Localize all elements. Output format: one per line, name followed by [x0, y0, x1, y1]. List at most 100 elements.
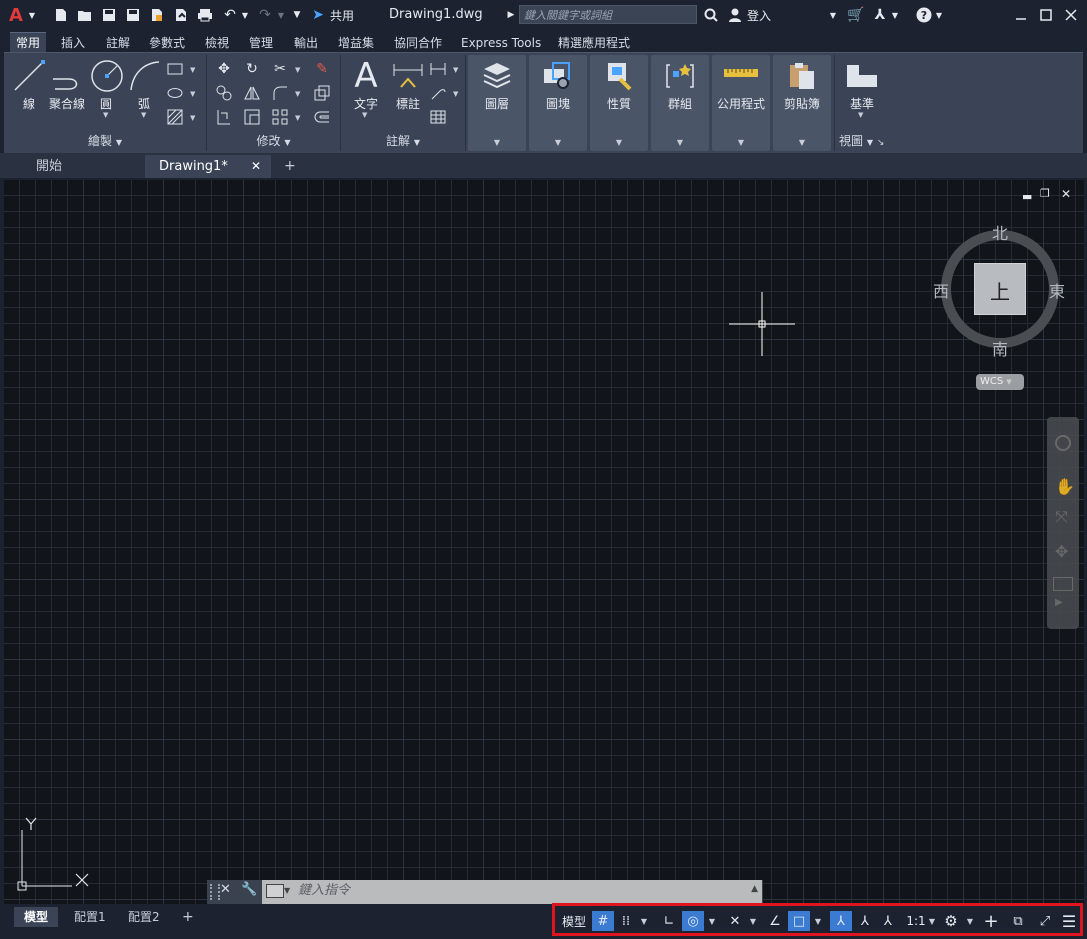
ortho-icon[interactable]: ∟: [658, 911, 680, 931]
leader-icon[interactable]: [429, 84, 447, 102]
ellipse-dropdown-icon[interactable]: ▼: [190, 90, 195, 98]
properties-button[interactable]: 性質 ▼: [590, 55, 648, 151]
clipboard-button[interactable]: 剪貼簿 ▼: [773, 55, 831, 151]
tab-output[interactable]: 輸出: [288, 34, 324, 52]
circle-button-label[interactable]: 圓: [96, 95, 116, 112]
rotate-icon[interactable]: ↻: [243, 60, 261, 78]
help-icon[interactable]: ?: [915, 6, 933, 24]
leader-dropdown-icon[interactable]: ▼: [453, 90, 458, 98]
annotation-panel-title[interactable]: 註解 ▼: [341, 132, 465, 149]
annotation-visibility-icon[interactable]: ⅄: [830, 911, 852, 931]
viewport-restore-icon[interactable]: ❐: [1040, 187, 1050, 200]
polar-tracking-dropdown-icon[interactable]: ▼: [707, 911, 717, 931]
groups-button[interactable]: 群組 ▼: [651, 55, 709, 151]
command-line-customize-icon[interactable]: 🔧: [241, 882, 257, 897]
dimension-icon[interactable]: [391, 61, 425, 91]
tab-collaborate[interactable]: 協同合作: [388, 34, 448, 52]
wcs-menu-button[interactable]: WCS ▼: [976, 374, 1024, 390]
linear-dimension-dropdown-icon[interactable]: ▼: [453, 66, 458, 74]
hatch-icon[interactable]: [166, 108, 184, 126]
scale-icon[interactable]: [243, 108, 261, 126]
line-button-label[interactable]: 線: [14, 95, 44, 112]
save-to-web-icon[interactable]: [172, 6, 190, 24]
object-snap-icon[interactable]: □: [788, 911, 810, 931]
autodesk-a360-icon[interactable]: ⅄: [871, 6, 889, 24]
save-icon[interactable]: [100, 6, 118, 24]
arc-button-label[interactable]: 弧: [134, 95, 154, 112]
search-input[interactable]: 鍵入關鍵字或詞組: [519, 5, 697, 24]
copy-icon[interactable]: [215, 84, 233, 102]
snap-icon[interactable]: ⁞⁞: [616, 911, 636, 931]
move-icon[interactable]: ✥: [215, 60, 233, 78]
offset-icon[interactable]: [313, 108, 331, 126]
search-expand-icon[interactable]: ▶: [507, 6, 515, 24]
signin-dropdown-icon[interactable]: ▼: [829, 6, 837, 24]
fillet-dropdown-icon[interactable]: ▼: [295, 90, 300, 98]
tab-featured-apps[interactable]: 精選應用程式: [552, 34, 636, 52]
fillet-icon[interactable]: [271, 84, 289, 102]
view-panel-title[interactable]: 視圖 ▼ ↘: [839, 132, 905, 149]
viewcube-south[interactable]: 南: [992, 336, 1008, 360]
line-icon[interactable]: [12, 59, 46, 93]
tab-parametric[interactable]: 參數式: [143, 34, 191, 52]
customization-menu-icon[interactable]: ☰: [1059, 911, 1079, 931]
object-snap-dropdown-icon[interactable]: ▼: [813, 911, 823, 931]
tab-manage[interactable]: 管理: [243, 34, 279, 52]
stretch-icon[interactable]: [215, 108, 233, 126]
annotation-scale-icon[interactable]: ⅄: [877, 911, 899, 931]
trim-dropdown-icon[interactable]: ▼: [295, 66, 300, 74]
signin-link[interactable]: 登入: [747, 7, 771, 24]
text-dropdown-icon[interactable]: ▼: [362, 111, 367, 119]
app-menu-chevron-icon[interactable]: ▼: [27, 6, 37, 24]
isodraft-icon[interactable]: ✕: [724, 911, 746, 931]
circle-icon[interactable]: [90, 59, 124, 93]
redo-dropdown-icon[interactable]: ▼: [277, 6, 285, 24]
open-file-icon[interactable]: [76, 6, 94, 24]
redo-icon[interactable]: ↷: [256, 6, 274, 24]
minimize-window-icon[interactable]: [1012, 6, 1030, 24]
model-space-button[interactable]: 模型: [559, 911, 589, 931]
viewcube-east[interactable]: 東: [1049, 278, 1065, 302]
model-tab[interactable]: 模型: [14, 907, 59, 927]
open-from-web-icon[interactable]: [148, 6, 166, 24]
trim-icon[interactable]: ✂: [271, 60, 289, 78]
share-label[interactable]: 共用: [330, 7, 354, 24]
annotation-scale-value[interactable]: 1:1: [904, 911, 928, 931]
new-layout-icon[interactable]: +: [172, 907, 204, 927]
circle-dropdown-icon[interactable]: ▼: [103, 111, 108, 119]
command-input[interactable]: ▼ 鍵入指令 ▲: [262, 880, 762, 904]
search-icon[interactable]: [702, 6, 720, 24]
close-window-icon[interactable]: [1062, 6, 1080, 24]
close-tab-icon[interactable]: ✕: [251, 155, 261, 178]
tab-express-tools[interactable]: Express Tools: [455, 34, 547, 52]
grid-icon[interactable]: #: [592, 911, 614, 931]
command-line-grip-icon[interactable]: [210, 884, 220, 900]
showmotion-play-icon[interactable]: ▶: [1055, 597, 1063, 608]
app-logo-button[interactable]: A: [8, 5, 24, 26]
polyline-icon[interactable]: [50, 61, 84, 93]
isolate-objects-icon[interactable]: ⧉: [1007, 911, 1029, 931]
layers-button[interactable]: 圖層 ▼: [468, 55, 526, 151]
isodraft-dropdown-icon[interactable]: ▼: [748, 911, 758, 931]
save-as-icon[interactable]: [124, 6, 142, 24]
zoom-extents-icon[interactable]: ⤧: [1055, 507, 1068, 527]
linear-dimension-icon[interactable]: [429, 60, 447, 78]
block-button[interactable]: 圖塊 ▼: [529, 55, 587, 151]
tab-home[interactable]: 常用: [10, 32, 47, 53]
erase-icon[interactable]: ✎: [313, 60, 331, 78]
polar-tracking-icon[interactable]: ◎: [682, 911, 704, 931]
steering-wheel-icon[interactable]: [1055, 435, 1071, 451]
draw-panel-title[interactable]: 繪製 ▼: [4, 132, 206, 149]
viewcube[interactable]: 上 北 南 西 東: [933, 224, 1065, 359]
new-tab-icon[interactable]: +: [278, 155, 300, 178]
viewcube-west[interactable]: 西: [933, 278, 949, 302]
showmotion-icon[interactable]: [1053, 577, 1073, 591]
base-view-label[interactable]: 基準: [845, 95, 879, 112]
share-icon[interactable]: ➤: [309, 6, 327, 24]
explode-icon[interactable]: [313, 84, 331, 102]
text-icon[interactable]: A: [351, 56, 381, 96]
drawing-tab[interactable]: Drawing1* ✕: [145, 155, 271, 178]
plot-icon[interactable]: [196, 6, 214, 24]
mirror-icon[interactable]: [243, 84, 261, 102]
rectangle-dropdown-icon[interactable]: ▼: [190, 66, 195, 74]
